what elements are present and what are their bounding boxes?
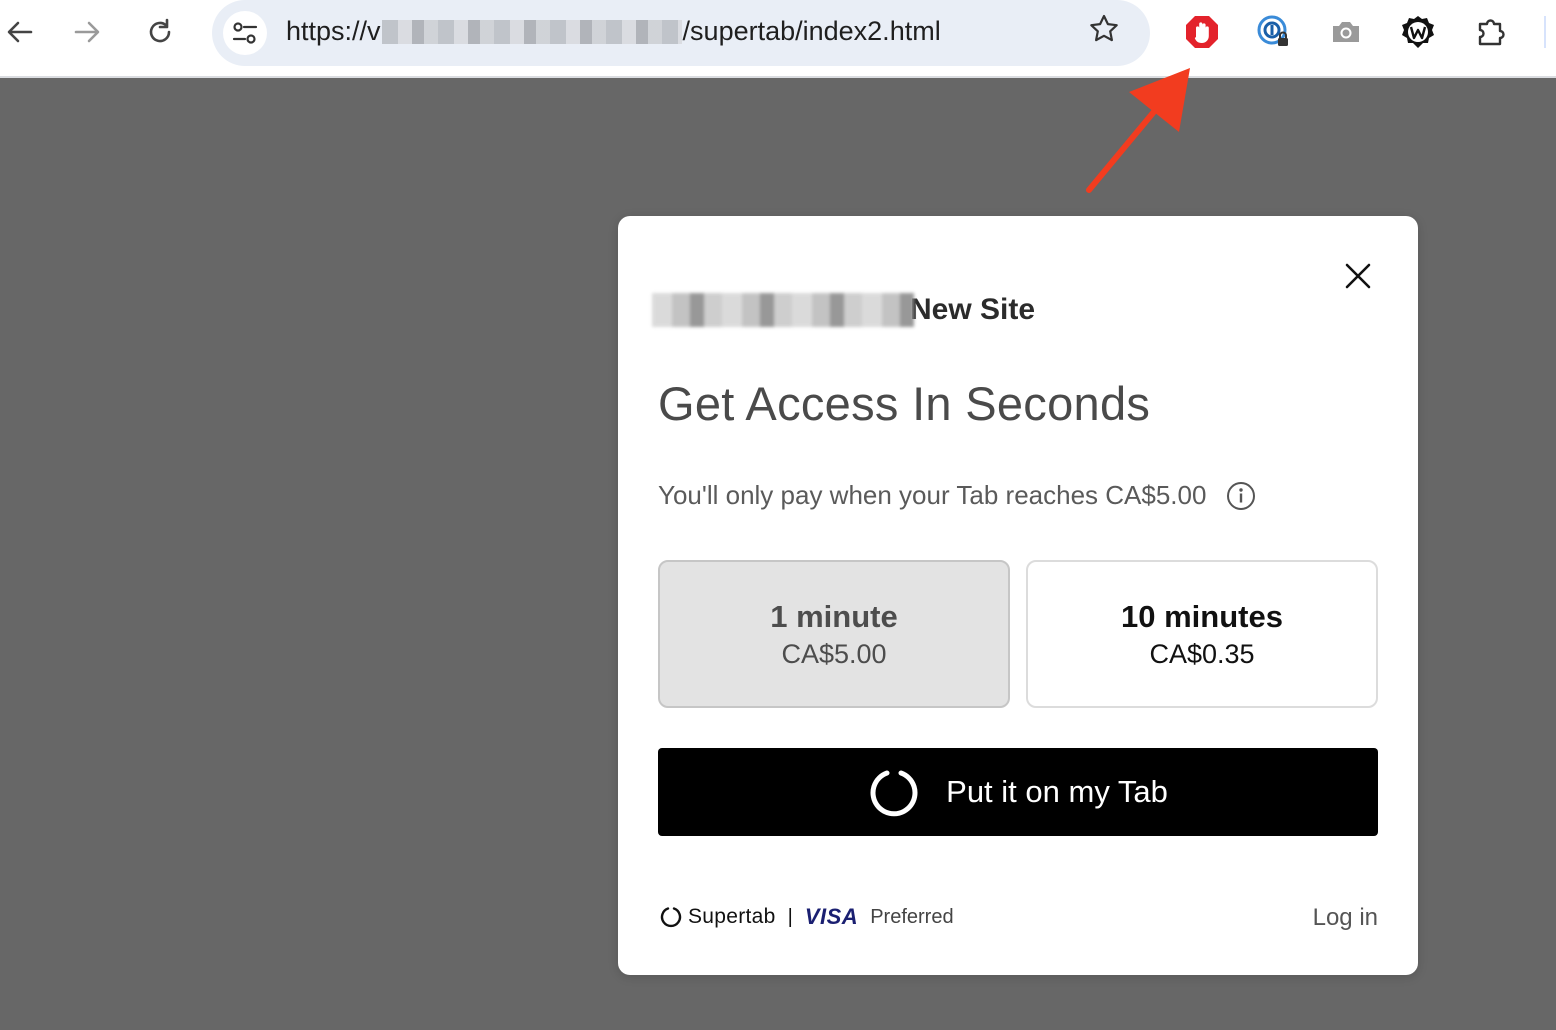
- camera-icon: [1333, 22, 1359, 42]
- site-settings-button[interactable]: [223, 11, 267, 55]
- option-10-minutes[interactable]: 10 minutes CA$0.35: [1026, 560, 1378, 708]
- back-arrow-icon: [7, 21, 33, 43]
- supertab-modal: New Site Get Access In Seconds You'll on…: [618, 216, 1418, 975]
- password-lock-icon: [1257, 15, 1288, 46]
- password-extension-button[interactable]: [1256, 14, 1292, 50]
- option-price: CA$0.35: [1149, 638, 1255, 669]
- back-button[interactable]: [0, 12, 40, 52]
- option-1-minute[interactable]: 1 minute CA$5.00: [658, 560, 1010, 708]
- login-link[interactable]: Log in: [1313, 904, 1378, 932]
- url-path: /supertab/index2.html: [682, 16, 941, 46]
- note-text: You'll only pay when your Tab reaches CA…: [658, 480, 1207, 510]
- extensions-menu-button[interactable]: [1473, 14, 1509, 50]
- close-button[interactable]: [1340, 258, 1376, 294]
- w-badge-icon: [1402, 16, 1434, 48]
- adblock-stop-hand-icon: [1186, 16, 1218, 48]
- browser-toolbar: https://v /supertab/index2.html: [0, 0, 1556, 78]
- url-prefix: https://v: [286, 16, 381, 46]
- supertab-logo-icon: [660, 907, 682, 928]
- visa-preferred: Preferred: [870, 905, 954, 928]
- supertab-brand: Supertab: [688, 905, 776, 928]
- footer-separator: |: [787, 905, 793, 928]
- option-price: CA$5.00: [781, 638, 887, 669]
- headline: Get Access In Seconds: [658, 377, 1151, 430]
- redacted-site-name: [652, 293, 914, 327]
- forward-arrow-icon: [74, 21, 100, 43]
- option-duration: 10 minutes: [1121, 598, 1283, 634]
- site-name: New Site: [910, 293, 1036, 326]
- reload-button[interactable]: [140, 12, 180, 52]
- visa-logo: VISA: [804, 904, 859, 929]
- reload-icon: [149, 18, 171, 43]
- bookmark-button[interactable]: [1088, 13, 1120, 50]
- adblock-extension-button[interactable]: [1184, 14, 1220, 50]
- site-title: New Site: [652, 290, 1035, 330]
- puzzle-extensions-icon: [1478, 19, 1505, 46]
- close-icon: [1345, 263, 1371, 289]
- supertab-ring-icon: [870, 770, 918, 817]
- put-it-on-my-tab-button[interactable]: Put it on my Tab: [658, 748, 1378, 836]
- annotation-arrow: [1086, 68, 1190, 193]
- forward-button[interactable]: [67, 12, 107, 52]
- info-icon[interactable]: [1226, 481, 1256, 511]
- address-bar[interactable]: https://v /supertab/index2.html: [212, 0, 1150, 66]
- option-duration: 1 minute: [770, 598, 898, 634]
- toolbar-edge: [1544, 16, 1546, 48]
- url-text[interactable]: https://v /supertab/index2.html: [286, 16, 941, 47]
- pay-threshold-note: You'll only pay when your Tab reaches CA…: [658, 480, 1256, 511]
- cta-label: Put it on my Tab: [946, 774, 1168, 809]
- screenshot-extension-button[interactable]: [1328, 14, 1364, 50]
- footer-branding: Supertab | VISA Preferred: [660, 904, 954, 930]
- redacted-domain: [381, 19, 682, 44]
- star-icon: [1090, 14, 1118, 42]
- w-extension-button[interactable]: [1400, 14, 1436, 50]
- tune-icon: [232, 22, 258, 44]
